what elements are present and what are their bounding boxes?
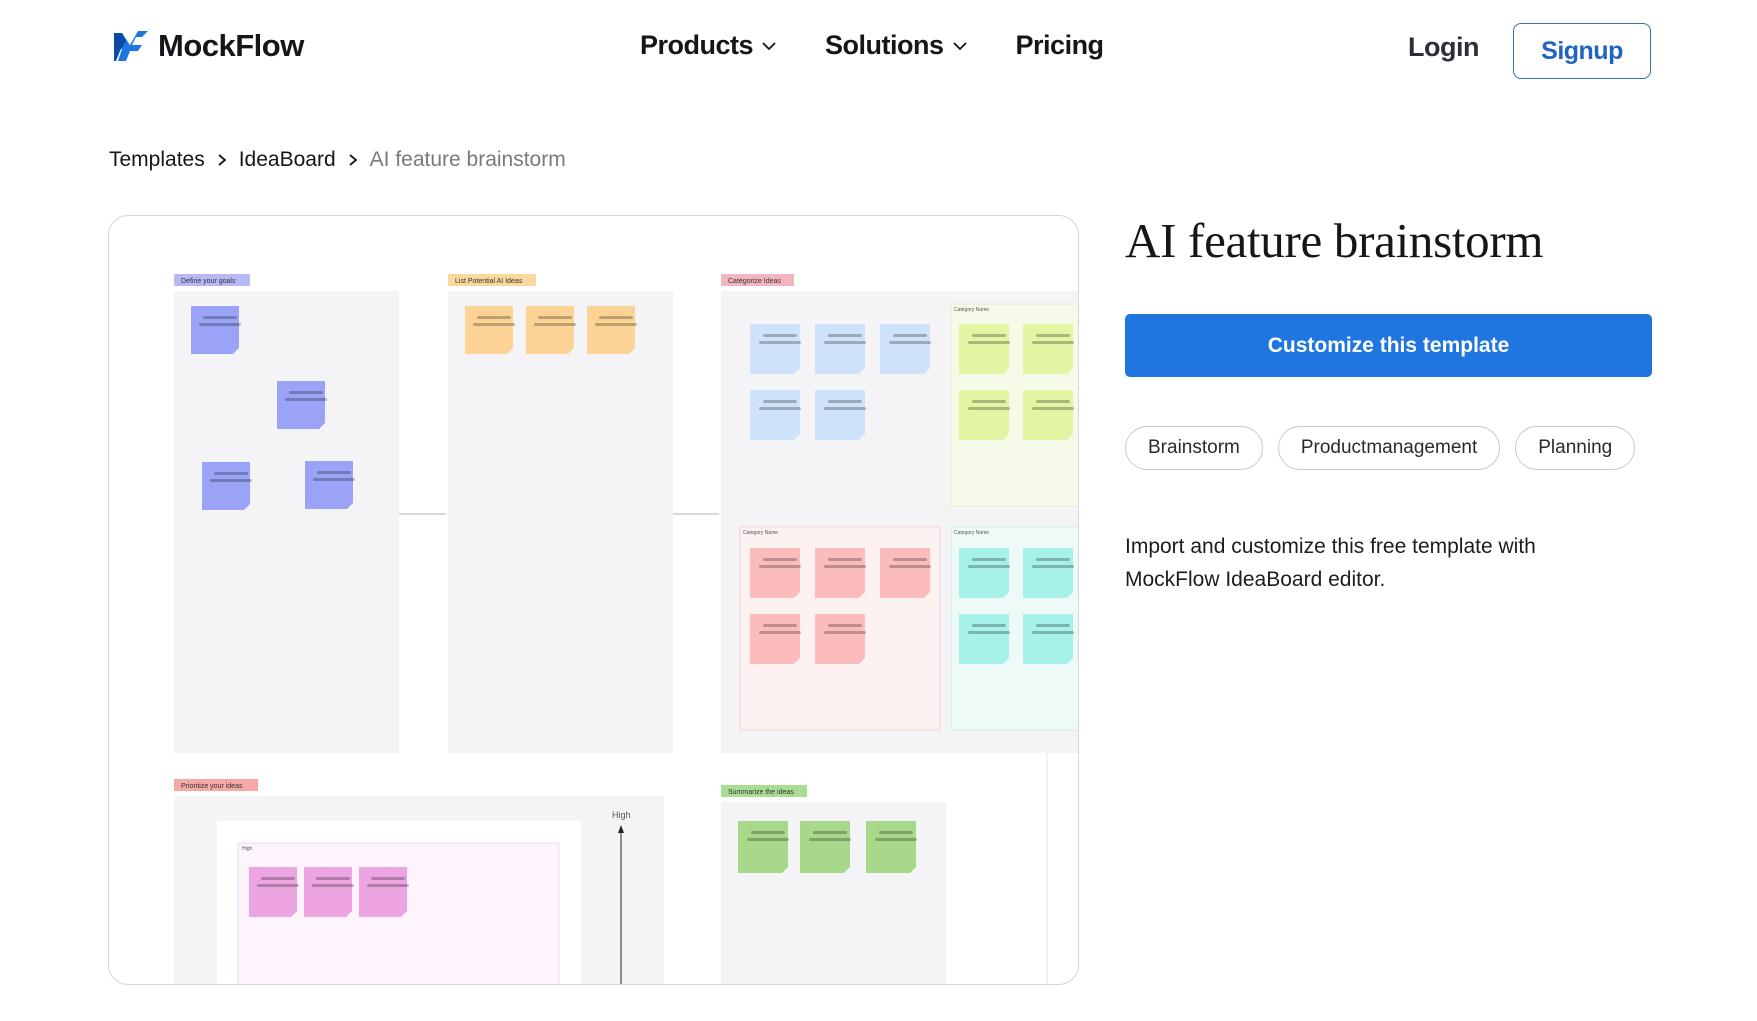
prioritize-label: Prioritize your ideas xyxy=(181,783,243,790)
chevron-down-icon xyxy=(952,41,967,50)
site-header: MockFlow Products Solutions Pricing Logi… xyxy=(0,0,1757,100)
sticky-note xyxy=(202,462,250,510)
nav-products-label: Products xyxy=(640,30,754,60)
sticky-note xyxy=(738,821,788,873)
summarize-label: Summarize the ideas xyxy=(728,789,794,796)
sticky-note xyxy=(800,821,850,873)
mockflow-logo-icon xyxy=(114,31,148,61)
sticky-note xyxy=(815,390,865,440)
sticky-note xyxy=(815,614,865,664)
nav-products[interactable]: Products xyxy=(640,30,777,61)
sticky-note xyxy=(359,867,407,917)
sticky-note xyxy=(815,324,865,374)
tag-productmanagement[interactable]: Productmanagement xyxy=(1277,426,1501,470)
main-nav: Products Solutions Pricing xyxy=(640,30,1104,61)
sticky-note xyxy=(1023,548,1073,598)
sticky-note xyxy=(866,821,916,873)
tag-planning[interactable]: Planning xyxy=(1515,426,1636,470)
sticky-note xyxy=(191,306,239,354)
category-label: Category Name xyxy=(954,530,989,536)
list-label: List Potential AI Ideas xyxy=(455,278,523,285)
category-label: Category Name xyxy=(954,307,989,313)
axis-high-label: High xyxy=(612,810,631,820)
sticky-note xyxy=(1023,390,1073,440)
sticky-note xyxy=(465,306,513,354)
sticky-note xyxy=(750,390,800,440)
sticky-note xyxy=(880,548,930,598)
sticky-note xyxy=(277,381,325,429)
breadcrumb-ideaboard[interactable]: IdeaBoard xyxy=(239,148,336,172)
goals-panel xyxy=(174,291,399,753)
sticky-note xyxy=(750,324,800,374)
sticky-note xyxy=(880,324,930,374)
page-title: AI feature brainstorm xyxy=(1125,213,1544,268)
list-panel xyxy=(448,291,673,753)
sticky-note xyxy=(249,867,297,917)
nav-solutions[interactable]: Solutions xyxy=(825,30,968,61)
nav-pricing-label: Pricing xyxy=(1015,30,1105,60)
tag-brainstorm[interactable]: Brainstorm xyxy=(1125,426,1263,470)
tag-list: Brainstorm Productmanagement Planning xyxy=(1125,426,1636,470)
sticky-note xyxy=(587,306,635,354)
chevron-right-icon xyxy=(349,154,358,166)
quadrant-high-label: High xyxy=(242,846,253,852)
sticky-note xyxy=(1023,614,1073,664)
sticky-note xyxy=(959,390,1009,440)
brand-logo[interactable]: MockFlow xyxy=(112,28,304,64)
breadcrumb: Templates IdeaBoard AI feature brainstor… xyxy=(109,148,566,172)
category-label: Category Name xyxy=(743,530,778,536)
login-link[interactable]: Login xyxy=(1408,32,1479,63)
goals-label: Define your goals xyxy=(181,278,236,285)
brand-name: MockFlow xyxy=(158,28,304,63)
nav-solutions-label: Solutions xyxy=(825,30,944,60)
ideaboard-canvas: Define your goals List Potential AI Idea… xyxy=(174,274,1078,984)
sticky-note xyxy=(959,548,1009,598)
nav-pricing[interactable]: Pricing xyxy=(1015,30,1105,61)
template-description: Import and customize this free template … xyxy=(1125,535,1536,591)
sticky-note xyxy=(305,461,353,509)
sticky-note xyxy=(1023,324,1073,374)
breadcrumb-templates[interactable]: Templates xyxy=(109,148,205,172)
chevron-down-icon xyxy=(762,41,776,50)
customize-template-button[interactable]: Customize this template xyxy=(1125,314,1652,377)
sticky-note xyxy=(959,324,1009,374)
sticky-note xyxy=(526,306,574,354)
signup-button[interactable]: Signup xyxy=(1513,23,1651,79)
sticky-note xyxy=(815,548,865,598)
breadcrumb-current: AI feature brainstorm xyxy=(369,148,566,171)
sticky-note xyxy=(304,867,352,917)
sticky-note xyxy=(959,614,1009,664)
template-preview[interactable]: Define your goals List Potential AI Idea… xyxy=(108,215,1079,985)
sticky-note xyxy=(750,548,800,598)
categorize-label: Categorize Ideas xyxy=(728,278,781,285)
sticky-note xyxy=(750,614,800,664)
chevron-right-icon xyxy=(218,154,227,166)
